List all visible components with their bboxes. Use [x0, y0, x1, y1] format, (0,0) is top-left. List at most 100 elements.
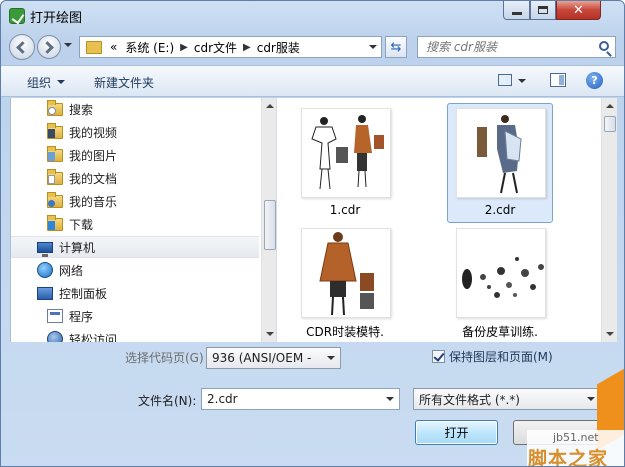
- close-icon: ✕: [573, 2, 584, 18]
- file-list-scrollbar[interactable]: [601, 98, 617, 342]
- network-icon: [37, 262, 53, 278]
- new-folder-button[interactable]: 新建文件夹: [94, 74, 154, 91]
- control-panel-icon: [37, 286, 53, 300]
- help-button[interactable]: ?: [586, 72, 603, 89]
- address-history-dropdown[interactable]: [369, 45, 377, 49]
- maximize-button[interactable]: [530, 1, 556, 20]
- code-page-label: 选择代码页(G): [125, 351, 204, 365]
- documents-folder-icon: [47, 168, 63, 185]
- filename-value[interactable]: 2.cdr: [207, 392, 238, 406]
- file-item[interactable]: 备份皮草训练.: [447, 223, 553, 343]
- search-folder-icon: [47, 99, 63, 116]
- forward-arrow-icon: [41, 41, 54, 54]
- breadcrumb-separator-icon[interactable]: ▶: [243, 42, 251, 53]
- file-name: 2.cdr: [484, 203, 516, 217]
- fashion-sketch-image: [311, 115, 384, 190]
- code-page-select[interactable]: 936 (ANSI/OEM -: [206, 347, 341, 369]
- nav-item-label: 我的视频: [69, 125, 118, 140]
- nav-item-label: 轻松访问: [69, 332, 118, 343]
- nav-item-downloads[interactable]: 下载: [11, 213, 259, 235]
- navigation-tree: 搜索 我的视频 我的图片 我的文档 我的音乐 下载 计算机 网络 控制面板 程序…: [11, 98, 261, 342]
- file-thumbnail: [456, 228, 546, 318]
- forward-button[interactable]: [37, 35, 61, 59]
- nav-item-videos[interactable]: 我的视频: [11, 121, 259, 143]
- command-toolbar: 组织 新建文件夹 ?: [1, 65, 624, 97]
- scroll-down-icon[interactable]: [606, 332, 614, 336]
- file-name: 备份皮草训练.: [462, 325, 538, 339]
- nav-item-control-panel[interactable]: 控制面板: [11, 282, 259, 304]
- refresh-button[interactable]: ⇆: [385, 36, 407, 58]
- nav-item-label: 我的文档: [69, 171, 118, 186]
- preview-pane-icon[interactable]: [550, 73, 566, 87]
- search-box[interactable]: [417, 36, 616, 58]
- breadcrumb-drive[interactable]: 系统 (E:): [125, 39, 174, 56]
- nav-item-music[interactable]: 我的音乐: [11, 190, 259, 212]
- folder-icon: [86, 40, 102, 54]
- breadcrumb-cdr-files[interactable]: cdr文件: [194, 39, 237, 56]
- file-item[interactable]: CDR时装模特.: [292, 223, 398, 343]
- computer-icon: [37, 241, 53, 257]
- breadcrumb-separator-icon[interactable]: ▶: [180, 42, 188, 53]
- nav-item-label: 程序: [69, 309, 94, 324]
- nav-item-pictures[interactable]: 我的图片: [11, 144, 259, 166]
- change-view-icon[interactable]: [498, 74, 512, 86]
- code-page-value: 936 (ANSI/OEM -: [212, 351, 312, 365]
- file-item[interactable]: 1.cdr: [292, 103, 398, 223]
- filename-combobox[interactable]: 2.cdr: [201, 388, 400, 410]
- file-type-value: 所有文件格式 (*.*): [419, 392, 520, 407]
- file-thumbnail: [301, 108, 391, 198]
- file-type-select[interactable]: 所有文件格式 (*.*): [413, 388, 601, 410]
- search-icon[interactable]: [599, 41, 609, 51]
- back-button[interactable]: [9, 34, 35, 60]
- downloads-folder-icon: [47, 214, 63, 231]
- scroll-down-icon[interactable]: [266, 332, 274, 336]
- music-folder-icon: [47, 191, 63, 208]
- nav-item-label: 控制面板: [59, 286, 108, 301]
- file-item-selected[interactable]: 2.cdr: [447, 103, 553, 223]
- recent-locations-dropdown[interactable]: [64, 43, 72, 47]
- videos-folder-icon: [47, 122, 63, 139]
- navigation-scrollbar[interactable]: [261, 98, 277, 342]
- organize-dropdown-icon[interactable]: [57, 80, 65, 84]
- file-name: CDR时装模特.: [306, 325, 384, 339]
- nav-item-search[interactable]: 搜索: [11, 98, 259, 120]
- breadcrumb-overflow[interactable]: «: [110, 40, 117, 54]
- coreldraw-app-icon: [9, 8, 25, 24]
- nav-item-label: 我的音乐: [69, 194, 118, 209]
- breadcrumb-cdr-clothing[interactable]: cdr服装: [257, 39, 300, 56]
- nav-item-ease-of-access[interactable]: 轻松访问: [11, 328, 259, 342]
- file-thumbnail: [301, 228, 391, 318]
- scrollbar-thumb[interactable]: [604, 116, 616, 132]
- search-input[interactable]: [418, 37, 588, 57]
- nav-item-programs[interactable]: 程序: [11, 305, 259, 327]
- ease-of-access-icon: [47, 331, 63, 342]
- organize-menu[interactable]: 组织: [27, 74, 51, 91]
- open-button[interactable]: 打开: [415, 420, 498, 445]
- refresh-icon: ⇆: [390, 39, 402, 55]
- keep-layers-label[interactable]: 保持图层和页面(M): [449, 348, 553, 365]
- keep-layers-checkbox[interactable]: [432, 350, 445, 363]
- close-button[interactable]: ✕: [556, 1, 601, 20]
- file-thumbnail: [456, 108, 546, 198]
- nav-item-label: 搜索: [69, 102, 94, 117]
- programs-icon: [47, 309, 63, 323]
- watermark-url: jb51.net: [553, 431, 599, 444]
- file-name: 1.cdr: [329, 203, 361, 217]
- nav-item-network[interactable]: 网络: [11, 259, 259, 281]
- window-title: 打开绘图: [30, 11, 83, 26]
- scroll-up-icon[interactable]: [606, 104, 614, 108]
- nav-item-documents[interactable]: 我的文档: [11, 167, 259, 189]
- file-list: 1.cdr 2.cdr CDR时装模特. 备份皮草训练.: [276, 98, 617, 342]
- scroll-up-icon[interactable]: [266, 104, 274, 108]
- nav-item-label: 计算机: [59, 240, 96, 255]
- maximize-icon: [538, 6, 548, 14]
- chevron-down-icon[interactable]: [386, 397, 394, 401]
- fashion-sketch-image: [319, 232, 374, 316]
- scrollbar-thumb[interactable]: [264, 200, 276, 250]
- minimize-button[interactable]: [503, 1, 530, 20]
- nav-item-computer[interactable]: 计算机: [11, 236, 259, 258]
- filename-label: 文件名(N):: [138, 394, 197, 408]
- view-options-dropdown[interactable]: [518, 79, 526, 83]
- title-bar: 打开绘图 ✕: [1, 1, 624, 31]
- address-bar[interactable]: « 系统 (E:) ▶ cdr文件 ▶ cdr服装: [79, 36, 382, 58]
